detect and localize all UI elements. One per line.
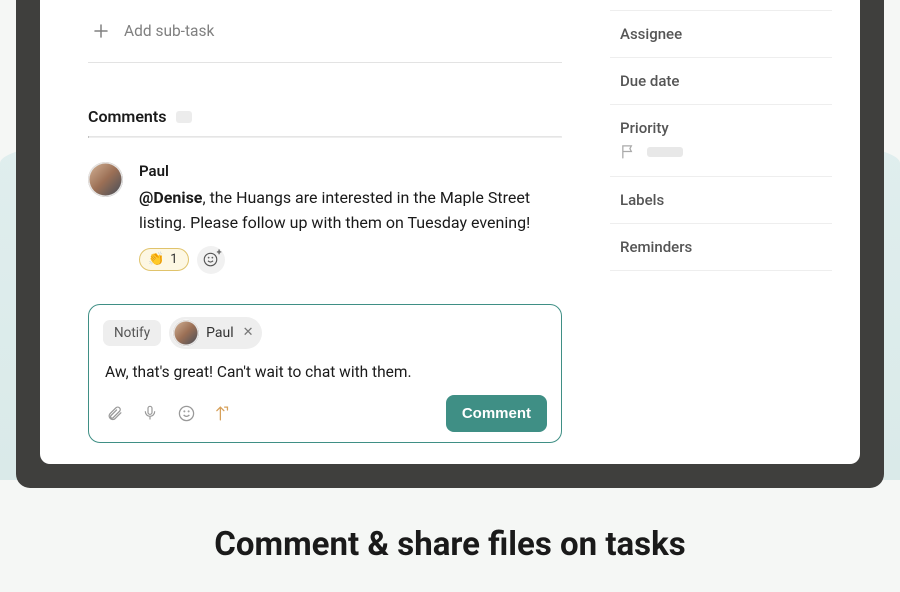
reaction-bar: 👏 1 + [139,246,562,274]
slash-command-icon[interactable] [213,404,231,422]
reaction-clap[interactable]: 👏 1 [139,248,189,271]
notify-row: Notify Paul ✕ [103,317,547,349]
comment-author: Paul [139,162,562,180]
plus-badge: + [217,248,222,258]
notify-user-chip[interactable]: Paul ✕ [169,317,261,349]
task-detail-card: Add sub-task Comments Paul [40,0,860,464]
compose-textarea[interactable]: Aw, that's great! Can't wait to chat wit… [103,361,547,395]
comments-header: Comments [88,107,562,126]
microphone-icon[interactable] [141,404,159,422]
priority-placeholder [647,147,683,157]
compose-toolbar: Comment [103,395,547,432]
plus-icon [92,22,110,40]
comment-text: @Denise, the Huangs are interested in th… [139,186,562,236]
sidebar-priority[interactable]: Priority [610,104,832,177]
comment-compose-box: Notify Paul ✕ Aw, that's great! Can't wa… [88,304,562,443]
app-window-frame: Add sub-task Comments Paul [16,0,884,488]
reaction-count: 1 [170,252,177,267]
avatar [88,162,123,197]
side-column: Assignee Due date Priority Labels Remind… [610,0,860,464]
attachment-icon[interactable] [105,404,123,422]
add-subtask-label: Add sub-task [124,22,214,40]
comment-item: Paul @Denise, the Huangs are interested … [88,162,562,274]
chip-username: Paul [206,325,234,341]
clap-emoji: 👏 [148,252,164,267]
flag-icon [620,143,637,160]
comments-underline [88,136,562,138]
priority-label: Priority [620,119,832,137]
sidebar-labels[interactable]: Labels [610,176,832,224]
sidebar-reminders[interactable]: Reminders [610,223,832,271]
emoji-icon[interactable] [177,404,195,422]
divider [88,62,562,63]
add-subtask-button[interactable]: Add sub-task [88,14,562,62]
priority-value-row [620,137,832,162]
page-headline: Comment & share files on tasks [0,525,900,564]
comments-count-placeholder [176,111,192,123]
add-reaction-button[interactable]: + [197,246,225,274]
remove-chip-icon[interactable]: ✕ [241,325,254,340]
comment-body: Paul @Denise, the Huangs are interested … [139,162,562,274]
sidebar-assignee[interactable]: Assignee [610,10,832,58]
comments-title: Comments [88,107,166,126]
submit-comment-button[interactable]: Comment [446,395,547,432]
sidebar-due-date[interactable]: Due date [610,57,832,105]
toolbar-icons [103,404,231,422]
notify-label[interactable]: Notify [103,320,161,346]
main-column: Add sub-task Comments Paul [40,0,610,464]
avatar [173,320,199,346]
mention[interactable]: @Denise [139,188,202,207]
